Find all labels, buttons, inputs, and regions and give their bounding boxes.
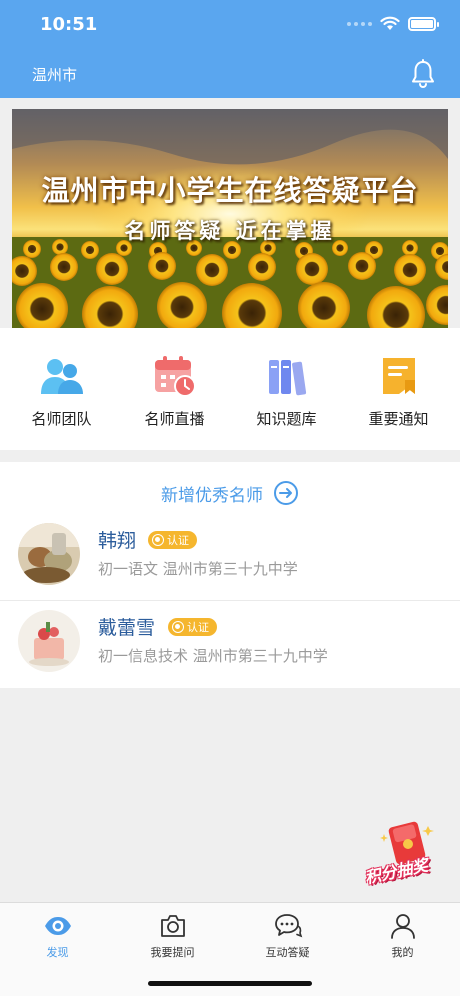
quick-action-teachers[interactable]: 名师团队 <box>4 354 119 429</box>
person-icon <box>390 914 415 939</box>
certified-icon <box>152 534 164 546</box>
home-indicator[interactable] <box>148 981 312 986</box>
new-teachers-section: 新增优秀名师 韩翔 认证 初一语文 温州市第三十九中学 戴蕾雪 认证 初一信息技… <box>0 462 460 688</box>
teacher-name: 韩翔 <box>98 530 137 552</box>
teacher-avatar <box>18 610 80 672</box>
quick-action-notice[interactable]: 重要通知 <box>341 354 456 429</box>
tab-label: 我的 <box>391 946 414 959</box>
tab-discover[interactable]: 发现 <box>0 911 115 960</box>
teacher-row[interactable]: 韩翔 认证 初一语文 温州市第三十九中学 <box>0 514 460 602</box>
teacher-row[interactable]: 戴蕾雪 认证 初一信息技术 温州市第三十九中学 <box>0 600 460 688</box>
section-header[interactable]: 新增优秀名师 <box>0 480 460 506</box>
quick-action-label: 名师团队 <box>31 410 92 428</box>
teachers-team-icon <box>40 359 83 394</box>
points-lottery-button[interactable]: 积分抽奖 <box>362 820 444 887</box>
city-selector[interactable]: 温州市 <box>32 64 77 85</box>
banner-title: 温州市中小学生在线答疑平台 <box>41 174 419 207</box>
status-time: 10:51 <box>40 14 98 35</box>
section-title: 新增优秀名师 <box>161 485 263 506</box>
teacher-info: 初一语文 温州市第三十九中学 <box>98 560 298 578</box>
status-bar: 10:51 <box>0 0 460 50</box>
books-icon <box>268 360 306 396</box>
quick-action-question-bank[interactable]: 知识题库 <box>229 354 344 429</box>
cellular-signal-icon <box>347 21 372 26</box>
arrow-right-circle-icon[interactable] <box>273 480 299 506</box>
calendar-live-icon <box>154 356 196 397</box>
eye-icon <box>44 917 71 935</box>
system-icons <box>347 16 439 31</box>
quick-action-label: 知识题库 <box>256 410 317 428</box>
quick-actions: 名师团队 名师直播 知识题库 重要通知 <box>0 328 460 450</box>
chat-icon <box>274 914 302 938</box>
certified-badge: 认证 <box>168 618 217 636</box>
notice-bookmark-icon <box>382 358 415 394</box>
quick-action-label: 名师直播 <box>144 410 205 428</box>
tab-label: 互动答疑 <box>265 946 310 959</box>
certified-icon <box>172 621 184 633</box>
banner-subtitle: 名师答疑 近在掌握 <box>124 219 336 243</box>
teacher-info: 初一信息技术 温州市第三十九中学 <box>98 647 328 665</box>
wifi-icon <box>380 16 400 30</box>
battery-icon <box>408 16 439 31</box>
tab-interactive-qa[interactable]: 互动答疑 <box>230 911 345 960</box>
teacher-avatar <box>18 523 80 585</box>
certified-badge: 认证 <box>148 531 197 549</box>
sunflower-banner[interactable]: 温州市中小学生在线答疑平台 名师答疑 近在掌握 <box>12 109 448 328</box>
tab-mine[interactable]: 我的 <box>345 911 460 960</box>
tab-label: 发现 <box>46 946 69 959</box>
nav-bar: 温州市 <box>0 50 460 98</box>
camera-icon <box>160 915 185 937</box>
tab-label: 我要提问 <box>150 946 195 959</box>
quick-action-label: 重要通知 <box>368 410 429 428</box>
tab-ask-question[interactable]: 我要提问 <box>115 911 230 960</box>
quick-action-live[interactable]: 名师直播 <box>117 354 232 429</box>
teacher-name: 戴蕾雪 <box>98 617 156 639</box>
bell-icon[interactable] <box>410 59 436 89</box>
